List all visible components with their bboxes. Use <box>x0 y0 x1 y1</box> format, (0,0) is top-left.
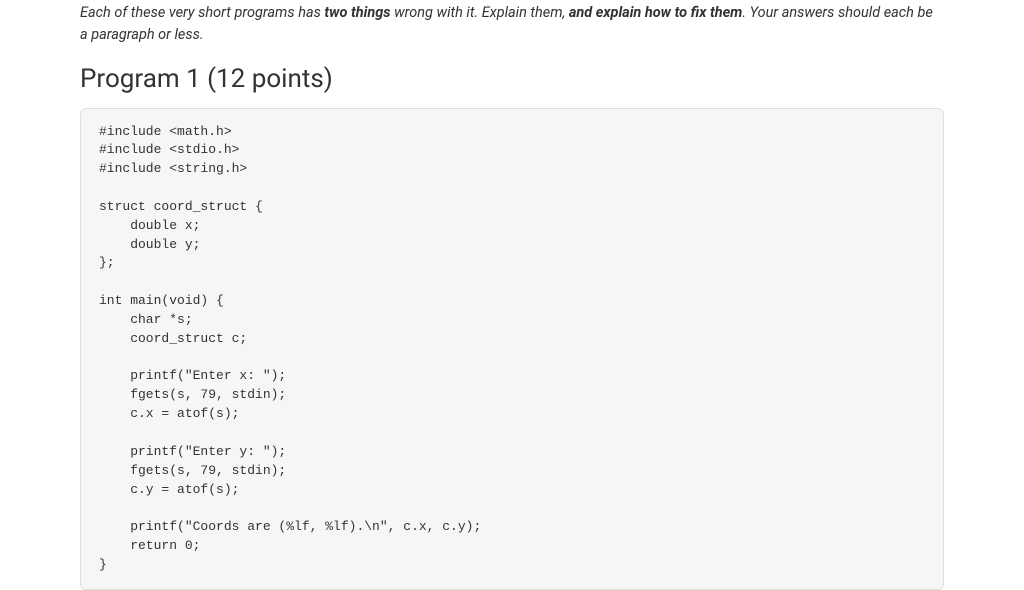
instructions-bold1: two things <box>324 4 390 21</box>
program-heading: Program 1 (12 points) <box>80 64 944 94</box>
instructions-part1: Each of these very short programs has <box>80 4 324 21</box>
instructions-text: Each of these very short programs has tw… <box>80 2 944 46</box>
code-block: #include <math.h> #include <stdio.h> #in… <box>80 108 944 590</box>
instructions-part2: wrong with it. Explain them, <box>391 4 569 21</box>
instructions-bold2: and explain how to fix them <box>569 4 742 21</box>
